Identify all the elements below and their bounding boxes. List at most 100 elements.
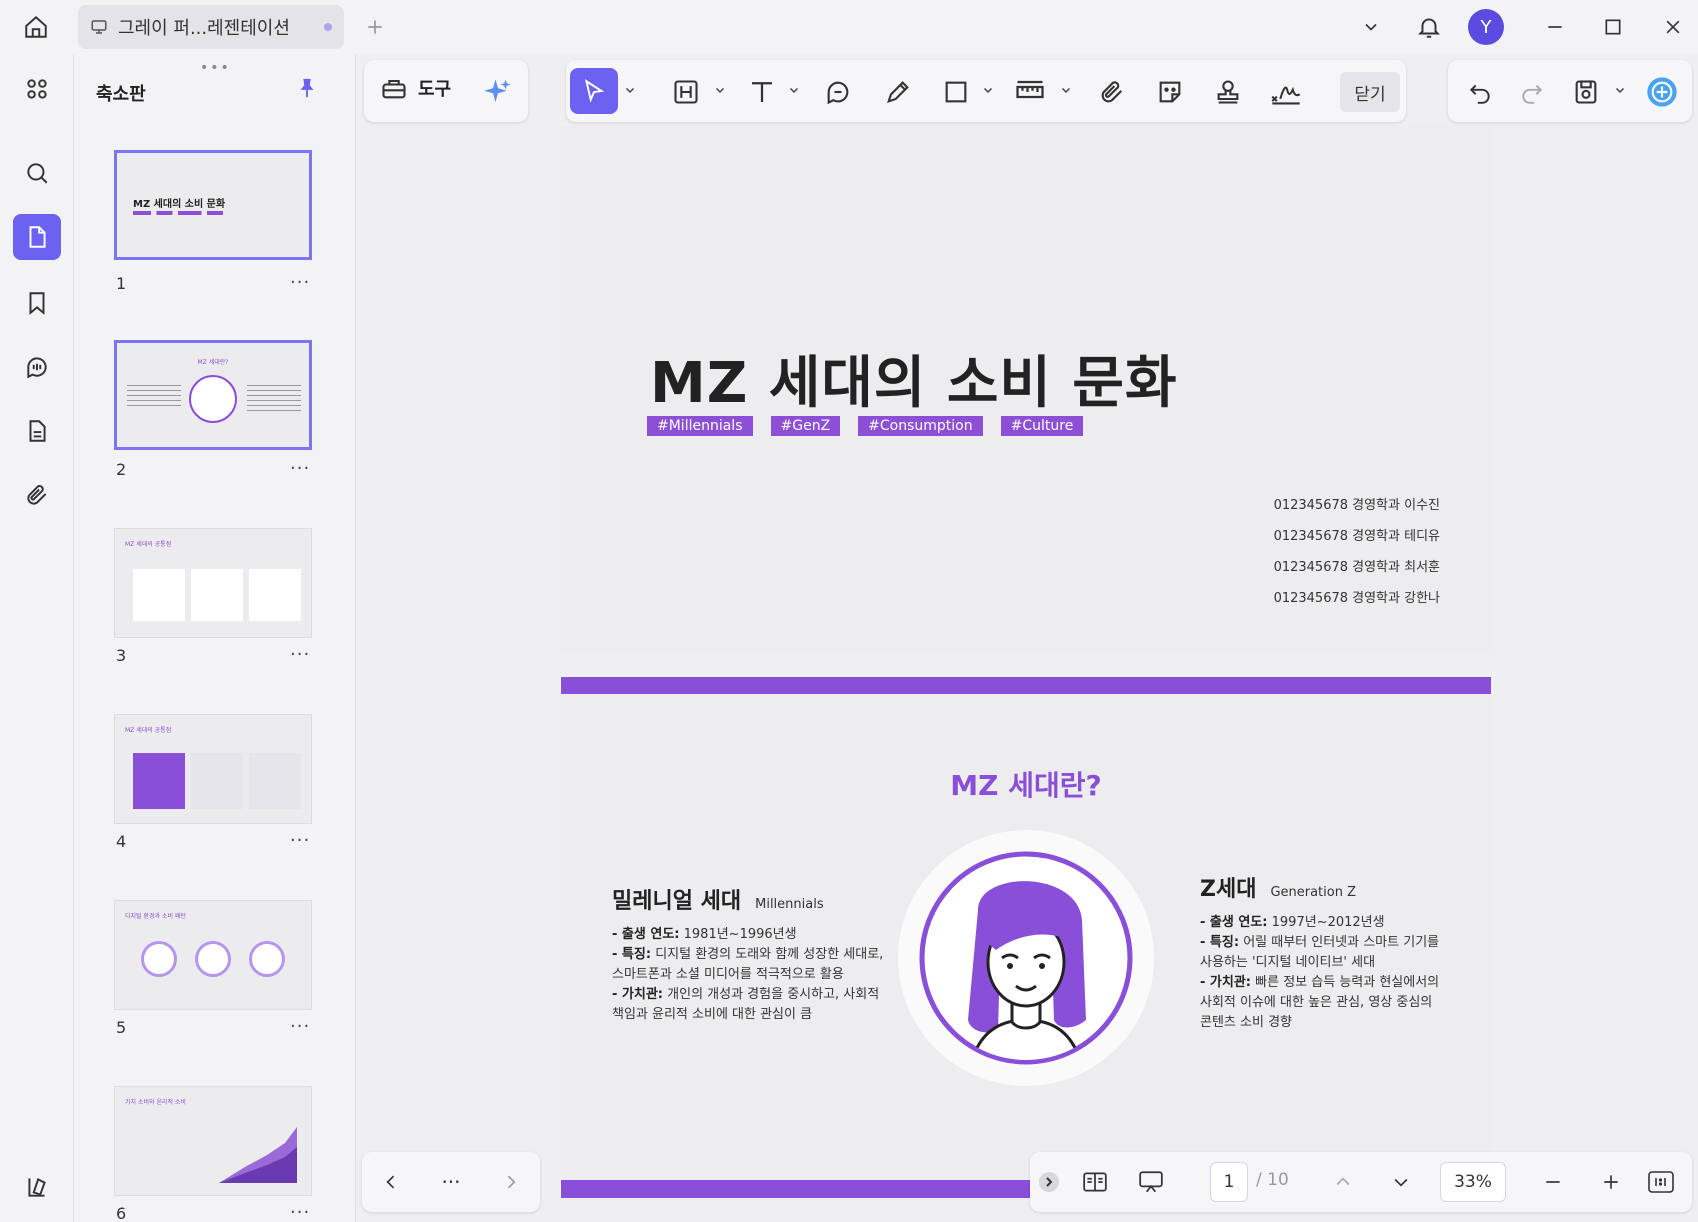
thumbnail-1-more-button[interactable]: ··· [290, 272, 310, 293]
thumbnail-4-more-button[interactable]: ··· [290, 830, 310, 851]
text-tool-button[interactable] [742, 72, 782, 112]
rail-apps-button[interactable] [13, 66, 61, 112]
select-tool-button[interactable] [570, 68, 618, 114]
ai-chat-button[interactable] [1642, 72, 1682, 112]
rail-comments-button[interactable] [13, 344, 61, 390]
thumbnail-3-card [191, 569, 243, 621]
thumbnail-page-6[interactable]: 가치 소비와 윤리적 소비 [114, 1086, 312, 1196]
panel-grip[interactable]: ••• [200, 60, 231, 76]
tools-label: 도구 [418, 79, 452, 100]
comment-tool-button[interactable] [818, 72, 858, 112]
author-line: 012345678 경영학과 테디유 [1273, 529, 1440, 544]
thumbnail-6-title: 가치 소비와 윤리적 소비 [125, 1099, 186, 1106]
reading-mode-button[interactable] [1078, 1166, 1112, 1198]
minimize-button[interactable] [1540, 12, 1570, 42]
thumbnail-4-card [191, 753, 243, 809]
rail-bookmark-button[interactable] [13, 280, 61, 326]
measure-tool-button[interactable] [1010, 72, 1050, 112]
tab-list-button[interactable] [1356, 12, 1386, 42]
zoom-out-button[interactable] [1536, 1166, 1570, 1198]
minimize-icon [1548, 26, 1562, 28]
pen-icon [887, 81, 909, 103]
presentation-mode-button[interactable] [1134, 1166, 1168, 1198]
document-tab[interactable]: 그레이 퍼...레젠테이션 [78, 5, 344, 49]
bell-icon [1417, 18, 1441, 38]
previous-page-button[interactable] [374, 1166, 408, 1198]
chevron-down-icon[interactable] [714, 84, 726, 96]
title-bar: 그레이 퍼...레젠테이션 Y [0, 0, 1698, 54]
thumbnail-2-title: MZ 세대란? [197, 359, 229, 366]
zoom-in-button[interactable] [1594, 1166, 1628, 1198]
actual-size-button[interactable] [1644, 1166, 1678, 1198]
current-page-value: 1 [1223, 1172, 1235, 1192]
user-avatar[interactable]: Y [1468, 9, 1504, 45]
author-line: 012345678 경영학과 강한나 [1273, 591, 1440, 606]
home-button[interactable] [18, 10, 54, 44]
ai-assistant-button[interactable] [478, 72, 518, 112]
millennials-column: 밀레니얼 세대 Millennials - 출생 연도: 1981년~1996년… [612, 891, 884, 1025]
search-icon [27, 163, 48, 184]
rail-search-button[interactable] [13, 150, 61, 196]
thumbnail-2-more-button[interactable]: ··· [290, 458, 310, 479]
millennials-birth: - 출생 연도: 1981년~1996년생 [612, 925, 884, 945]
library-icon [28, 1178, 46, 1197]
thumbnail-page-3[interactable]: MZ 세대의 공통점 [114, 528, 312, 638]
thumbnail-6-more-button[interactable]: ··· [290, 1202, 310, 1222]
notifications-button[interactable] [1412, 10, 1446, 44]
tag: #GenZ [770, 416, 841, 436]
pin-panel-button[interactable] [296, 76, 318, 104]
feature-value: 디지털 환경의 도래와 함께 성장한 세대로, 스마트폰과 소셜 미디어를 적극… [612, 947, 884, 982]
tag: #Millennials [647, 416, 753, 436]
tools-button[interactable]: 도구 [380, 74, 451, 102]
shape-tool-button[interactable] [936, 72, 976, 112]
chevron-down-icon[interactable] [788, 84, 800, 96]
zoom-level-value: 33% [1454, 1172, 1492, 1192]
zoom-level-input[interactable]: 33% [1440, 1162, 1506, 1202]
thumbnail-page-4[interactable]: MZ 세대의 공통점 [114, 714, 312, 824]
highlighter-tool-button[interactable] [878, 72, 918, 112]
rail-attachments-button[interactable] [13, 472, 61, 518]
maximize-button[interactable] [1598, 12, 1628, 42]
next-page-button[interactable] [494, 1166, 528, 1198]
birth-label: - 출생 연도: [1200, 915, 1268, 930]
thumbnail-page-2[interactable]: MZ 세대란? [114, 340, 312, 450]
birth-label: - 출생 연도: [612, 927, 680, 942]
tag: #Culture [1000, 416, 1084, 436]
redo-button[interactable] [1512, 72, 1552, 112]
collapse-controls-button[interactable] [1032, 1166, 1066, 1198]
rail-thumbnails-button[interactable] [13, 214, 61, 260]
sticker-tool-button[interactable] [1150, 72, 1190, 112]
stamp-tool-button[interactable] [1208, 72, 1248, 112]
attach-file-tool-button[interactable] [1092, 72, 1132, 112]
minus-icon [1546, 1181, 1560, 1183]
page-down-button[interactable] [1384, 1166, 1418, 1198]
more-options-button[interactable]: ··· [434, 1166, 468, 1198]
undo-button[interactable] [1460, 72, 1500, 112]
genz-column: Z세대 Generation Z - 출생 연도: 1997년~2012년생 -… [1200, 879, 1440, 1033]
signature-tool-button[interactable] [1266, 72, 1306, 112]
thumbnail-3-more-button[interactable]: ··· [290, 644, 310, 665]
presentation-icon [1139, 1171, 1163, 1193]
page-up-button[interactable] [1326, 1166, 1360, 1198]
chevron-down-icon[interactable] [1614, 84, 1626, 96]
millennials-subtitle: Millennials [755, 897, 824, 912]
page-nav-left: ··· [362, 1152, 540, 1212]
save-button[interactable] [1566, 72, 1606, 112]
save-icon [1575, 80, 1597, 104]
new-tab-button[interactable] [360, 12, 390, 42]
rail-attachment-page-button[interactable] [13, 408, 61, 454]
chevron-down-icon[interactable] [1060, 84, 1072, 96]
paperclip-icon [1101, 81, 1123, 103]
chevron-down-icon[interactable] [624, 84, 636, 96]
current-page-input[interactable]: 1 [1210, 1162, 1248, 1202]
thumbnail-page-1[interactable]: MZ 세대의 소비 문화 [114, 150, 312, 260]
plus-icon [1604, 1175, 1618, 1189]
heading-tool-button[interactable] [666, 72, 706, 112]
thumbnail-5-more-button[interactable]: ··· [290, 1016, 310, 1037]
rail-library-button[interactable] [13, 1164, 61, 1210]
close-window-button[interactable] [1658, 12, 1688, 42]
thumbnail-page-5[interactable]: 디지털 환경과 소비 패턴 [114, 900, 312, 1010]
cursor-icon [584, 79, 605, 103]
close-tools-button[interactable]: 닫기 [1340, 72, 1400, 112]
chevron-down-icon[interactable] [982, 84, 994, 96]
